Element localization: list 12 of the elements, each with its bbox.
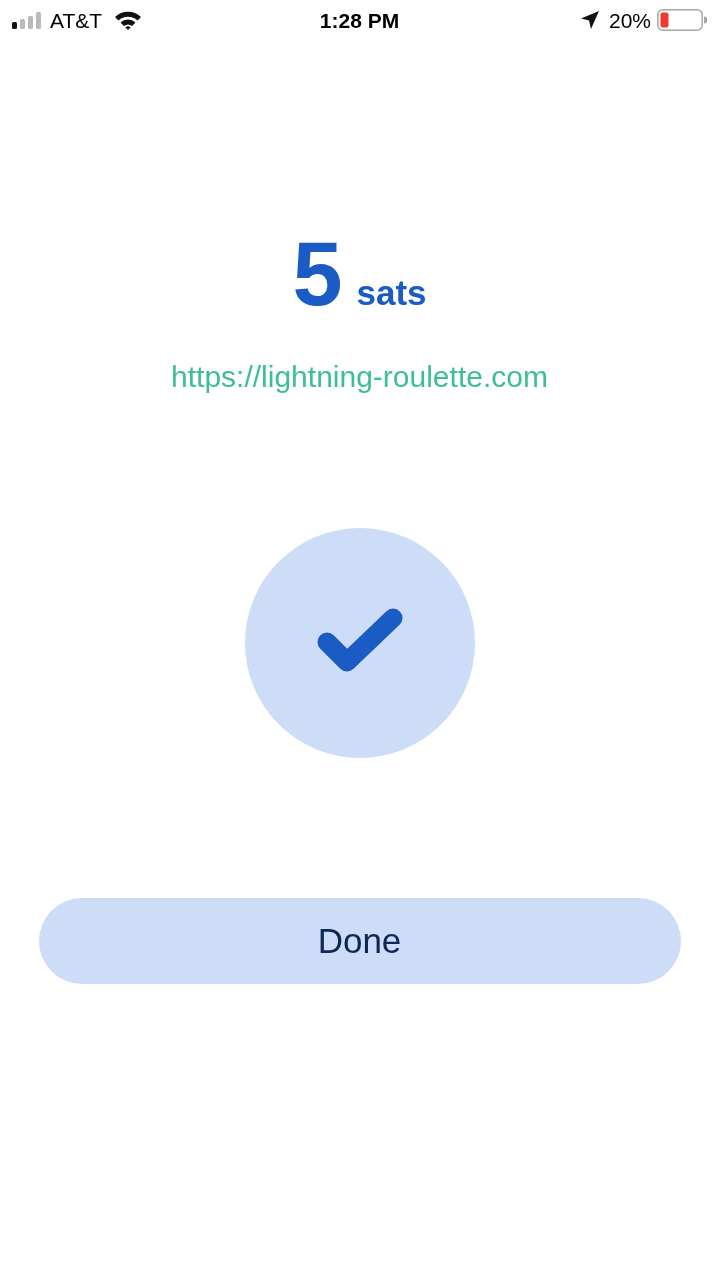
done-button[interactable]: Done — [38, 898, 681, 984]
battery-icon — [657, 9, 707, 31]
location-icon — [580, 11, 599, 29]
amount-value: 5 — [292, 229, 343, 319]
signal-icon — [12, 11, 42, 29]
clock-time: 1:28 PM — [319, 9, 400, 31]
wifi-icon — [114, 10, 143, 30]
amount-unit: sats — [356, 275, 427, 310]
battery-percent: 20% — [608, 9, 651, 31]
check-circle-icon — [244, 528, 475, 758]
carrier-name: AT&T — [50, 9, 103, 31]
site-url: https://lightning-roulette.com — [171, 359, 548, 395]
